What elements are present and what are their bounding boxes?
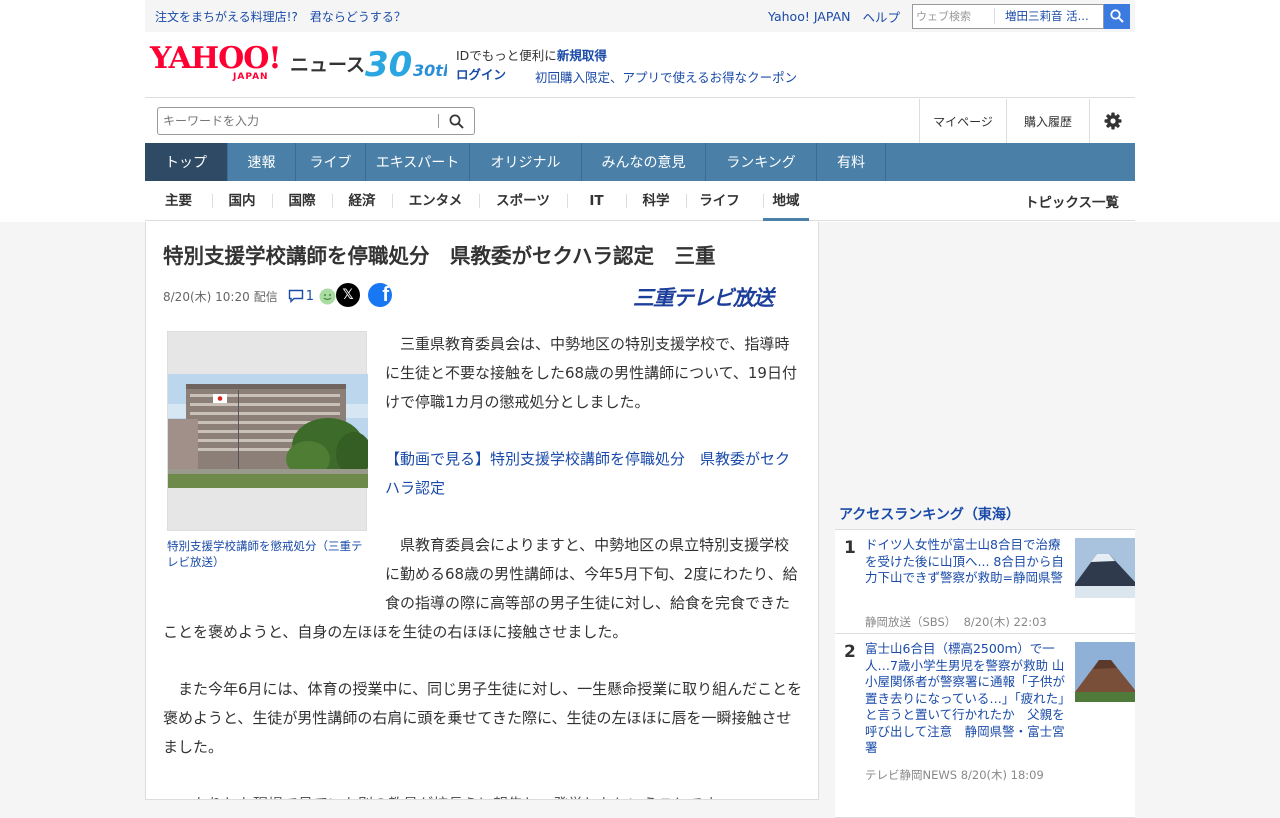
article-paragraph: …たりした現場で見ていた別の教員が校長らに報告し、発覚したということです。 [163,790,803,799]
article-meta: 8/20(木) 10:20 配信 1 [163,284,336,308]
help-link[interactable]: ヘルプ [862,7,900,26]
web-search-suggestion[interactable]: 増田三莉音 活... [994,8,1089,24]
share-buttons: 𝕏 f [336,283,392,307]
keyword-search [157,107,475,135]
smile-icon [319,288,336,304]
cat-local[interactable]: 地域 [763,181,809,221]
facebook-share-button[interactable]: f [368,283,392,307]
ranking-source: テレビ静岡NEWS 8/20(木) 18:09 [865,768,1044,782]
yahoo-japan-link[interactable]: Yahoo! JAPAN [768,9,850,24]
cat-economy[interactable]: 経済 [332,181,392,221]
mypage-link[interactable]: マイページ [919,99,1006,143]
settings-button[interactable] [1089,99,1135,143]
topics-list-link[interactable]: トピックス一覧 [1025,191,1135,211]
x-share-button[interactable]: 𝕏 [336,283,360,307]
article: 特別支援学校講師を停職処分 県教委がセクハラ認定 三重 8/20(木) 10:2… [145,222,819,800]
gnav-expert[interactable]: エキスパート [366,143,470,181]
cat-it[interactable]: IT [567,181,626,221]
ranking-headline[interactable]: ドイツ人女性が富士山8合目で治療を受けた後に山頂へ... 8合目から自力下山でき… [865,537,1065,587]
logo-text: YAHOO! [150,41,282,76]
ranking-item[interactable]: 1 ドイツ人女性が富士山8合目で治療を受けた後に山頂へ... 8合目から自力下山… [835,530,1135,634]
gnav-breaking[interactable]: 速報 [228,143,296,181]
mountain-image [1075,538,1135,598]
ranking-source: 静岡放送（SBS） 8/20(木) 22:03 [865,615,1047,629]
comments-count: 1 [305,288,315,304]
cat-main[interactable]: 主要 [145,181,212,221]
gnav-opinion[interactable]: みんなの意見 [582,143,706,181]
logo-sub: JAPAN [233,72,269,82]
cat-sports[interactable]: スポーツ [479,181,567,221]
x-icon: 𝕏 [342,287,354,303]
ranking-headline[interactable]: 富士山6合目（標高2500ｍ）で一人…7歳小学生男児を警察が救助 山小屋関係者が… [865,641,1065,757]
cat-life[interactable]: ライフ [686,181,753,221]
rank-number: 1 [844,538,856,558]
id-promo: IDでもっと便利に [456,48,557,63]
web-search-button[interactable] [1104,3,1130,29]
anniversary-logo: 30 30th [365,44,454,85]
keyword-search-button[interactable] [439,108,473,134]
facebook-icon: f [382,283,389,306]
search-row: マイページ 購入履歴 [145,99,1135,143]
global-nav: トップ 速報 ライブ エキスパート オリジナル みんなの意見 ランキング 有料 [145,143,1135,181]
video-link[interactable]: 【動画で見る】特別支援学校講師を停職処分 県教委がセクハラ認定 [385,450,790,497]
cat-domestic[interactable]: 国内 [212,181,272,221]
web-search-input[interactable]: ウェブ検索 増田三莉音 活... [912,3,1104,29]
article-paragraph: また今年6月には、体育の授業中に、同じ男子生徒に対し、一生懸命授業に取り組んだこ… [163,680,803,756]
article-date: 8/20(木) 10:20 [163,289,250,304]
delivered-label: 配信 [253,289,278,304]
source-logo[interactable]: 三重テレビ放送 [633,282,774,312]
promo-strip: 注文をまちがえる料理店!? 君ならどうする？ Yahoo! JAPAN ヘルプ … [145,0,1135,32]
ranking-thumbnail[interactable] [1075,642,1135,702]
search-icon [1110,9,1124,23]
ranking-title[interactable]: アクセスランキング（東海） [835,500,1135,530]
gnav-live[interactable]: ライブ [296,143,366,181]
web-search: ウェブ検索 増田三莉音 活... [912,3,1130,29]
keyword-input[interactable] [158,109,438,133]
gear-icon [1104,112,1121,130]
cat-entertainment[interactable]: エンタメ [392,181,479,221]
gnav-paid[interactable]: 有料 [817,143,886,181]
purchase-history-link[interactable]: 購入履歴 [1006,99,1089,143]
logo-row: YAHOO! JAPAN ニュース 30 30th IDでもっと便利に新規取得 … [145,32,1135,98]
article-title: 特別支援学校講師を停職処分 県教委がセクハラ認定 三重 [163,244,716,268]
gnav-top[interactable]: トップ [145,143,228,181]
coupon-link[interactable]: 初回購入限定、アプリで使えるお得なクーポン [535,67,797,86]
search-icon [449,114,464,129]
gnav-original[interactable]: オリジナル [470,143,582,181]
comment-icon [288,289,303,303]
mountain-image [1075,642,1135,702]
anniversary-text: 30th [413,61,447,80]
cat-science[interactable]: 科学 [626,181,686,221]
register-link[interactable]: 新規取得 [557,48,607,63]
svg-text:30: 30 [365,45,412,84]
promo-link[interactable]: 注文をまちがえる料理店!? 君ならどうする？ [155,8,406,25]
category-nav: 主要 国内 国際 経済 エンタメ スポーツ IT 科学 ライフ 地域 トピックス… [145,181,1135,221]
article-body: 三重県教育委員会は、中勢地区の特別支援学校で、指導時に生徒と不要な接触をした68… [163,330,803,799]
rank-number: 2 [844,642,856,662]
yahoo-logo[interactable]: YAHOO! JAPAN [150,44,290,84]
comments-link[interactable]: 1 [288,288,336,305]
web-search-placeholder: ウェブ検索 [916,10,971,23]
access-ranking: アクセスランキング（東海） 1 ドイツ人女性が富士山8合目で治療を受けた後に山頂… [835,500,1135,818]
user-links: マイページ 購入履歴 [919,99,1135,143]
news-label[interactable]: ニュース [290,50,365,77]
gnav-ranking[interactable]: ランキング [706,143,817,181]
ranking-item[interactable]: 2 富士山6合目（標高2500ｍ）で一人…7歳小学生男児を警察が救助 山小屋関係… [835,634,1135,818]
ranking-thumbnail[interactable] [1075,538,1135,598]
login-link[interactable]: ログイン [456,67,506,82]
cat-world[interactable]: 国際 [272,181,332,221]
